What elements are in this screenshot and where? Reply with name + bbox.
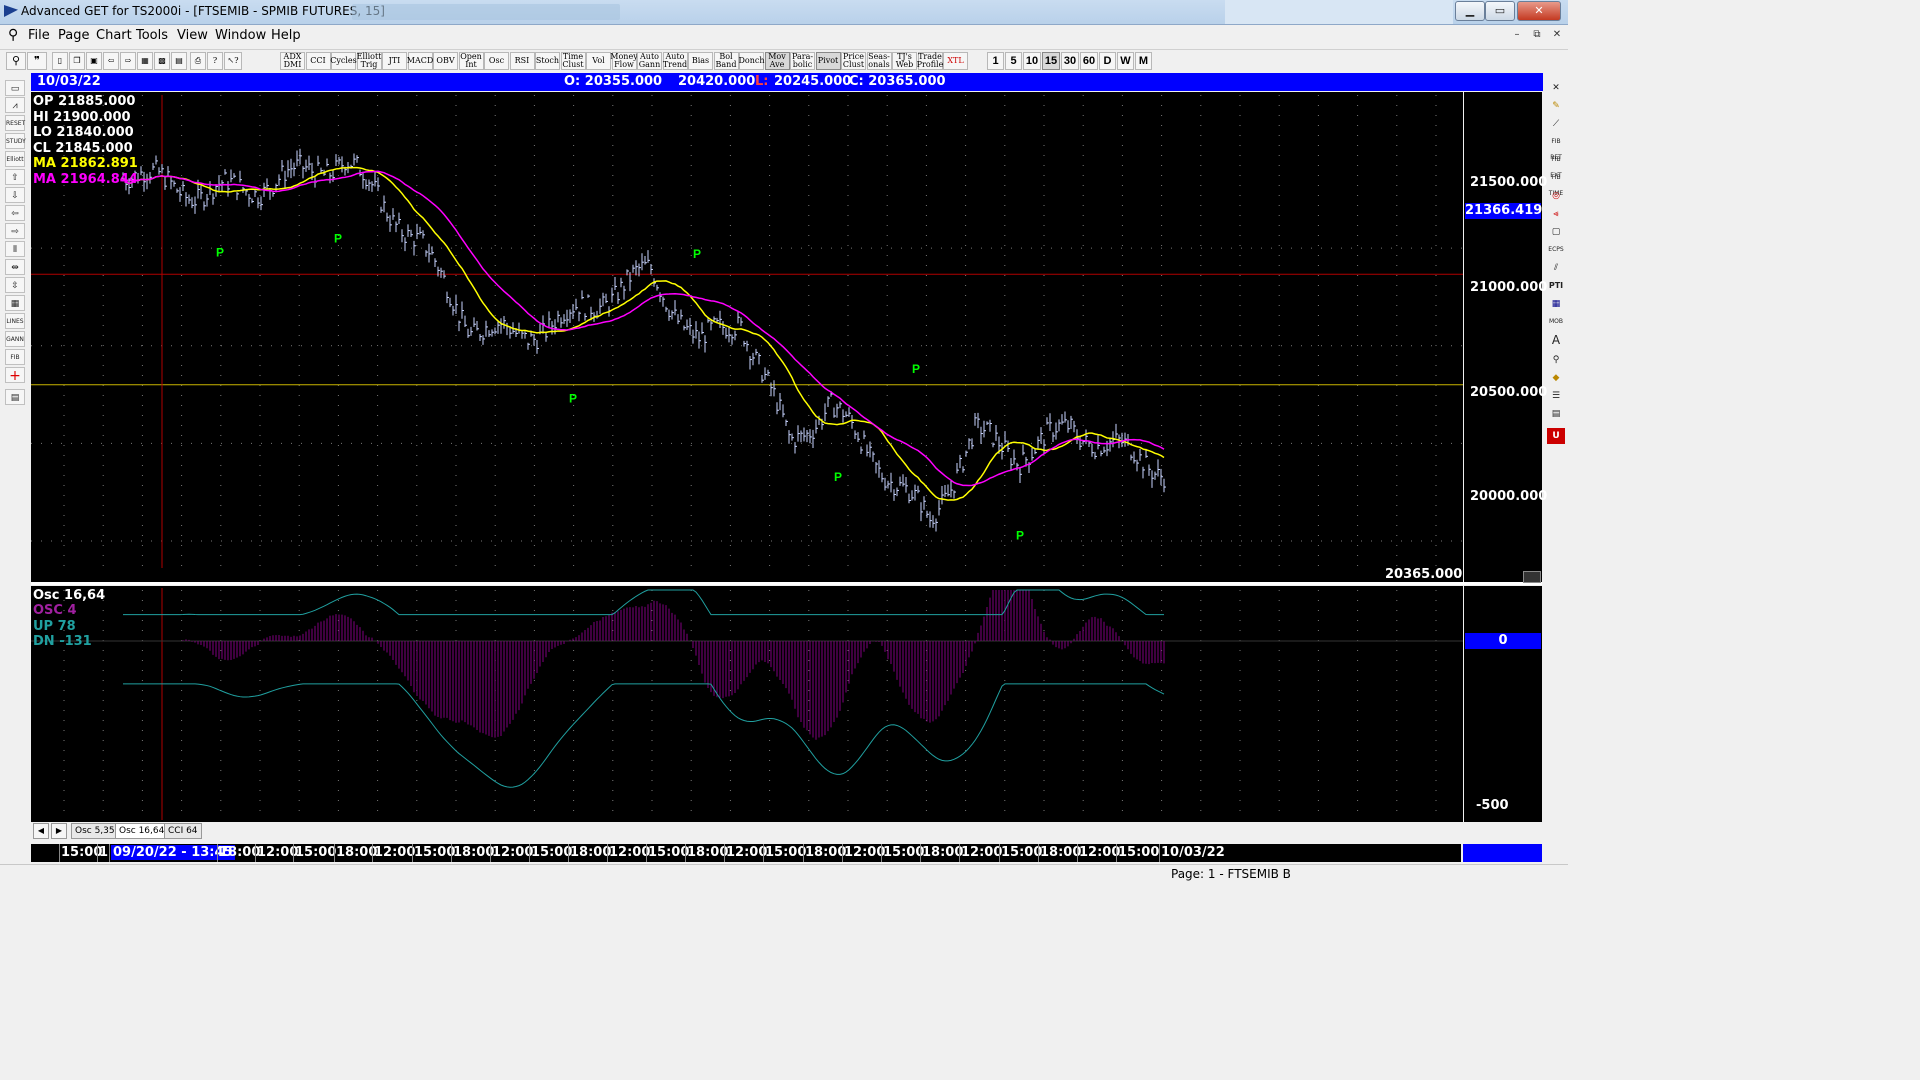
time-tick bbox=[412, 844, 413, 862]
time-tick bbox=[881, 844, 882, 862]
time-tick bbox=[217, 844, 218, 862]
time-label: 15:00 bbox=[1001, 845, 1043, 860]
time-label: 18:00 bbox=[570, 845, 612, 860]
time-label: 12:00 bbox=[844, 845, 886, 860]
price-tick-label: 20500.000 bbox=[1470, 385, 1548, 400]
price-tick-label: 21500.000 bbox=[1470, 175, 1548, 190]
time-tick bbox=[97, 844, 98, 862]
status-bar: Page: 1 - FTSEMIB B bbox=[0, 864, 1568, 883]
time-tick bbox=[724, 844, 725, 862]
moving-average-slow-line bbox=[122, 170, 1165, 487]
osc-zero-tag: 0 bbox=[1465, 633, 1541, 649]
status-page: Page: 1 - FTSEMIB B bbox=[1171, 867, 1291, 881]
time-tick bbox=[372, 844, 373, 862]
time-tick bbox=[842, 844, 843, 862]
pivot-marker: P bbox=[912, 362, 920, 376]
time-label: 15:00 bbox=[295, 845, 337, 860]
time-tick bbox=[59, 844, 60, 862]
time-axis: 15:00 1 09/20/22 - 13:45 18:00 12:00 15:00 18:… bbox=[31, 844, 1461, 862]
time-label: 15:00 bbox=[1118, 845, 1160, 860]
time-tick bbox=[334, 844, 335, 862]
time-label: 15:00 bbox=[765, 845, 807, 860]
time-tick bbox=[763, 844, 764, 862]
study-tabs: ◀ ▶ Osc 5,35 Osc 16,64 CCI 64 bbox=[31, 822, 1463, 839]
tab-osc-16-64[interactable]: Osc 16,64 bbox=[115, 823, 169, 839]
tab-next-icon[interactable]: ▶ bbox=[51, 823, 67, 839]
pivot-marker: P bbox=[334, 232, 342, 246]
pivot-marker: P bbox=[834, 470, 842, 484]
time-label: 1 bbox=[99, 845, 109, 860]
time-label: 12:00 bbox=[726, 845, 768, 860]
legend-ma-5: MA 21964.844 bbox=[33, 172, 138, 187]
time-label: 15:00 bbox=[414, 845, 456, 860]
pivot-marker: P bbox=[693, 247, 701, 261]
price-tick-label: 20000.000 bbox=[1470, 489, 1548, 504]
legend-cl-3: CL 21845.000 bbox=[33, 140, 133, 156]
time-label: 12:00 bbox=[492, 845, 534, 860]
time-tick bbox=[255, 844, 256, 862]
time-label: 18:00 bbox=[687, 845, 729, 860]
time-tick bbox=[293, 844, 294, 862]
time-tick bbox=[607, 844, 608, 862]
time-label: 12:00 bbox=[609, 845, 651, 860]
time-axis-end bbox=[1463, 844, 1542, 862]
time-tick bbox=[1159, 844, 1160, 862]
time-tick bbox=[490, 844, 491, 862]
osc-up: UP 78 bbox=[33, 619, 76, 634]
time-tick bbox=[1077, 844, 1078, 862]
pivot-marker: P bbox=[216, 245, 224, 259]
time-tick bbox=[959, 844, 960, 862]
tab-prev-icon[interactable]: ◀ bbox=[33, 823, 49, 839]
pivot-marker: P bbox=[1016, 528, 1024, 542]
osc-dn: DN -131 bbox=[33, 634, 92, 649]
chart-svg: P P P P P P P bbox=[31, 95, 1463, 820]
time-label: 18:00 bbox=[805, 845, 847, 860]
time-label: 12:00 bbox=[374, 845, 416, 860]
panel-resize-icon[interactable] bbox=[1523, 571, 1541, 583]
time-tick bbox=[529, 844, 530, 862]
legend-lo-2: LO 21840.000 bbox=[33, 125, 134, 141]
legend-hi-1: HI 21900.000 bbox=[33, 109, 131, 125]
time-tick bbox=[999, 844, 1000, 862]
time-tick bbox=[920, 844, 921, 862]
tab-osc-5-35[interactable]: Osc 5,35 bbox=[71, 823, 119, 839]
legend-ma-4: MA 21862.891 bbox=[33, 156, 138, 172]
time-tick bbox=[685, 844, 686, 862]
osc-down-band bbox=[123, 683, 1165, 788]
time-tick bbox=[1116, 844, 1117, 862]
time-label: 18:00 bbox=[1040, 845, 1082, 860]
time-tick bbox=[451, 844, 452, 862]
time-tick bbox=[803, 844, 804, 862]
time-label: 12:00 bbox=[1079, 845, 1121, 860]
time-tick bbox=[109, 844, 110, 862]
time-label: 15:00 bbox=[531, 845, 573, 860]
cursor-price-tag: 21366.419 bbox=[1465, 203, 1543, 219]
last-price-label: 20365.000 bbox=[1385, 567, 1463, 582]
time-tick bbox=[568, 844, 569, 862]
time-label: 18:00 bbox=[922, 845, 964, 860]
time-tick bbox=[1038, 844, 1039, 862]
osc-title: Osc 16,64 bbox=[33, 588, 106, 603]
osc-tick-label: -500 bbox=[1476, 798, 1509, 813]
time-label: 18:00 bbox=[453, 845, 495, 860]
time-tick bbox=[646, 844, 647, 862]
pivot-marker: P bbox=[569, 392, 577, 406]
tab-cci-64[interactable]: CCI 64 bbox=[164, 823, 202, 839]
time-label: 10/03/22 bbox=[1161, 845, 1225, 860]
osc-value: OSC 4 bbox=[33, 603, 77, 618]
time-label: 12:00 bbox=[961, 845, 1003, 860]
price-tick-label: 21000.000 bbox=[1470, 280, 1548, 295]
time-label: 15:00 bbox=[883, 845, 925, 860]
legend-op-0: OP 21885.000 bbox=[33, 94, 136, 109]
time-label: 15:00 bbox=[648, 845, 690, 860]
